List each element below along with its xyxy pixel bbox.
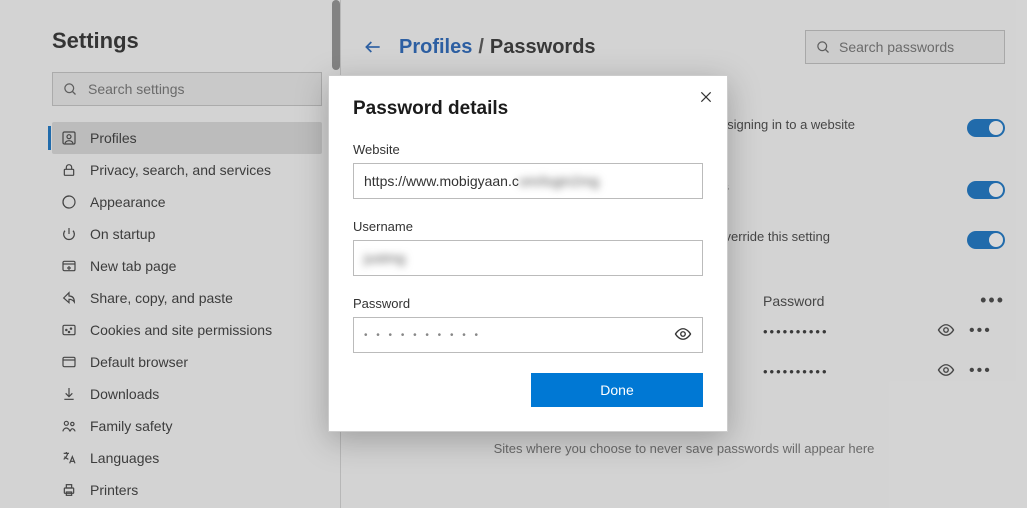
sidebar-item-label: Privacy, search, and services — [90, 162, 271, 178]
sidebar-item-family[interactable]: Family safety — [52, 410, 322, 442]
username-label: Username — [353, 219, 703, 234]
toggle-offer-save[interactable] — [967, 119, 1005, 137]
settings-title: Settings — [52, 28, 322, 54]
reveal-password-button[interactable] — [674, 325, 692, 346]
sidebar-item-languages[interactable]: Languages — [52, 442, 322, 474]
username-field[interactable]: justmg — [353, 240, 703, 276]
breadcrumb: Profiles / Passwords — [363, 36, 596, 59]
close-button[interactable] — [699, 90, 713, 109]
eye-icon — [937, 321, 955, 339]
sidebar-item-label: Cookies and site permissions — [90, 322, 272, 338]
website-field[interactable]: https://www.mobigyaan.com/login2mg — [353, 163, 703, 199]
sidebar-item-printers[interactable]: Printers — [52, 474, 322, 506]
sidebar-scrollbar[interactable] — [332, 0, 340, 70]
eye-icon — [674, 325, 692, 343]
section-more-button[interactable]: ••• — [980, 290, 1005, 311]
search-icon — [816, 40, 831, 55]
browser-icon — [60, 353, 78, 371]
search-settings-placeholder: Search settings — [88, 81, 185, 97]
sidebar-item-appearance[interactable]: Appearance — [52, 186, 322, 218]
family-icon — [60, 417, 78, 435]
website-label: Website — [353, 142, 703, 157]
profile-icon — [60, 129, 78, 147]
sidebar-item-label: Profiles — [90, 130, 137, 146]
cookies-icon — [60, 321, 78, 339]
settings-nav: Profiles Privacy, search, and services A… — [52, 122, 322, 506]
password-field[interactable]: • • • • • • • • • • — [353, 317, 703, 353]
breadcrumb-separator: / — [478, 36, 484, 59]
reveal-password-button[interactable] — [937, 321, 955, 342]
toggle-autofill[interactable] — [967, 231, 1005, 249]
username-value-obscured: justmg — [364, 250, 405, 266]
sidebar-item-label: Printers — [90, 482, 138, 498]
row-more-button[interactable]: ••• — [969, 322, 992, 340]
eye-icon — [937, 361, 955, 379]
sidebar-item-label: Default browser — [90, 354, 188, 370]
password-mask: • • • • • • • • • • — [364, 330, 674, 341]
sidebar-item-label: Languages — [90, 450, 159, 466]
close-icon — [699, 90, 713, 104]
share-icon — [60, 289, 78, 307]
password-mask: •••••••••• — [763, 364, 923, 379]
password-mask: •••••••••• — [763, 324, 923, 339]
printer-icon — [60, 481, 78, 499]
sidebar-item-share[interactable]: Share, copy, and paste — [52, 282, 322, 314]
language-icon — [60, 449, 78, 467]
breadcrumb-current: Passwords — [490, 36, 596, 59]
download-icon — [60, 385, 78, 403]
toggle-sign-in[interactable] — [967, 181, 1005, 199]
website-value-obscured: om/login2mg — [519, 173, 599, 189]
appearance-icon — [60, 193, 78, 211]
done-button[interactable]: Done — [531, 373, 703, 407]
settings-sidebar: Settings Search settings Profiles Privac… — [0, 0, 340, 508]
sidebar-item-cookies[interactable]: Cookies and site permissions — [52, 314, 322, 346]
sidebar-item-label: Appearance — [90, 194, 166, 210]
search-passwords-placeholder: Search passwords — [839, 39, 954, 55]
back-arrow-icon — [363, 37, 383, 57]
power-icon — [60, 225, 78, 243]
password-label: Password — [353, 296, 703, 311]
sidebar-item-newtab[interactable]: New tab page — [52, 250, 322, 282]
sidebar-item-privacy[interactable]: Privacy, search, and services — [52, 154, 322, 186]
sidebar-item-label: On startup — [90, 226, 155, 242]
never-save-note: Sites where you choose to never save pas… — [363, 441, 1005, 456]
sidebar-item-downloads[interactable]: Downloads — [52, 378, 322, 410]
newtab-icon — [60, 257, 78, 275]
sidebar-item-startup[interactable]: On startup — [52, 218, 322, 250]
sidebar-item-profiles[interactable]: Profiles — [52, 122, 322, 154]
search-settings-input[interactable]: Search settings — [52, 72, 322, 106]
sidebar-item-label: Family safety — [90, 418, 172, 434]
breadcrumb-profiles-link[interactable]: Profiles — [399, 36, 472, 59]
sidebar-item-label: Downloads — [90, 386, 159, 402]
sidebar-item-default-browser[interactable]: Default browser — [52, 346, 322, 378]
search-passwords-input[interactable]: Search passwords — [805, 30, 1005, 64]
row-more-button[interactable]: ••• — [969, 362, 992, 380]
reveal-password-button[interactable] — [937, 361, 955, 382]
sidebar-item-label: Share, copy, and paste — [90, 290, 233, 306]
sidebar-item-label: New tab page — [90, 258, 176, 274]
website-value: https://www.mobigyaan.c — [364, 173, 519, 189]
password-details-dialog: Password details Website https://www.mob… — [328, 75, 728, 432]
search-icon — [63, 82, 78, 97]
lock-icon — [60, 161, 78, 179]
dialog-title: Password details — [353, 98, 703, 120]
back-button[interactable] — [363, 37, 383, 57]
